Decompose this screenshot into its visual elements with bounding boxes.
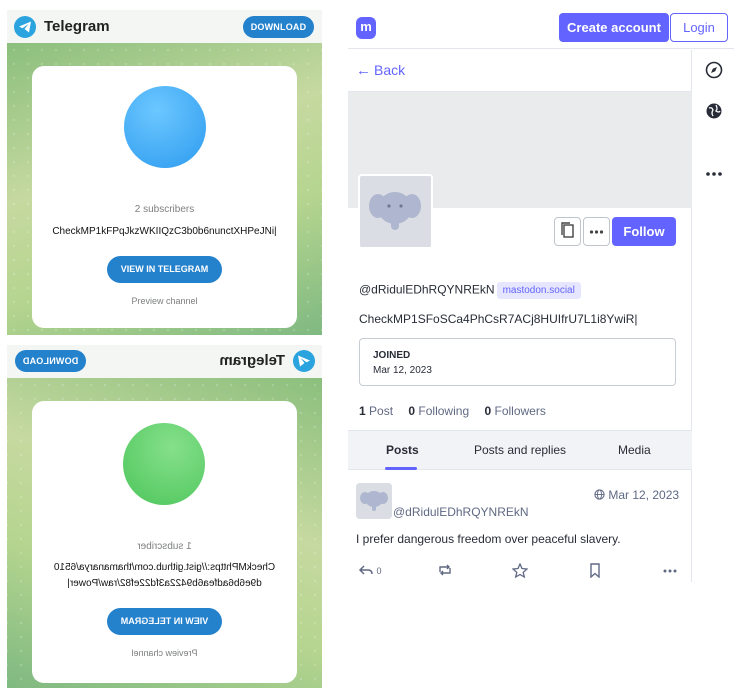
boost-icon xyxy=(439,564,451,576)
following-count[interactable]: 0 Following xyxy=(408,404,469,418)
joined-date: Mar 12, 2023 xyxy=(373,365,432,376)
side-navigation xyxy=(693,50,734,582)
telegram-header: Telegram DOWNLOAD xyxy=(7,10,322,43)
profile-bio: CheckMP1SFoSCa4PhCsR7ACj8HUIfrU7L1i8YwiR… xyxy=(359,312,638,326)
reply-button[interactable]: 0 xyxy=(358,563,382,579)
mastodon-profile: m Create account Login ← Back Follow @dR… xyxy=(348,8,734,582)
post-date[interactable]: Mar 12, 2023 xyxy=(594,488,679,502)
bookmark-icon xyxy=(590,563,600,579)
follow-button[interactable]: Follow xyxy=(612,217,676,246)
copy-link-button[interactable] xyxy=(554,217,581,246)
profile-handle: @dRidulEDhRQYNREkN mastodon.social xyxy=(359,282,581,299)
more-options-button[interactable] xyxy=(583,217,610,246)
post-content: I prefer dangerous freedom over peaceful… xyxy=(356,532,621,546)
joined-label: JOINED xyxy=(373,350,411,361)
reply-count: 0 xyxy=(376,566,382,576)
post-author-avatar[interactable] xyxy=(356,483,392,519)
telegram-logo-icon xyxy=(293,350,315,372)
boost-button[interactable] xyxy=(437,563,453,579)
preview-channel-link[interactable]: Preview channel xyxy=(32,648,297,658)
favourite-button[interactable] xyxy=(511,562,529,579)
back-label: Back xyxy=(374,62,406,78)
ellipsis-icon xyxy=(663,569,677,573)
login-button[interactable]: Login xyxy=(670,13,728,42)
channel-name: CheckMP1kFPqJkzWKIIQzC3b0b6nunctXHPeJNi| xyxy=(52,226,277,237)
post-date-text: Mar 12, 2023 xyxy=(608,488,680,502)
profile-column: ← Back Follow @dRidulEDhRQYNREkN mastodo… xyxy=(348,50,692,582)
elephant-avatar-icon xyxy=(360,176,431,247)
channel-card: 1 subscriber CheckMPhttps://gist.github.… xyxy=(32,401,297,683)
telegram-title: Telegram xyxy=(44,18,110,35)
arrow-left-icon: ← xyxy=(356,62,371,79)
handle-text: @dRidulEDhRQYNREkN xyxy=(359,282,495,297)
top-bar: m Create account Login xyxy=(348,8,734,49)
subscriber-count: 2 subscribers xyxy=(134,204,195,215)
mastodon-logo-icon[interactable]: m xyxy=(356,17,376,39)
globe-icon xyxy=(594,489,605,500)
channel-avatar xyxy=(124,86,206,168)
profile-counts: 1 Post 0 Following 0 Followers xyxy=(359,404,558,418)
profile-avatar xyxy=(358,174,433,249)
channel-name-line-2: d9e6b6adfea6b9422a3fd22ef82/raw/Power| xyxy=(67,578,262,589)
tab-media[interactable]: Media xyxy=(618,443,651,457)
post-actions: 0 xyxy=(356,562,686,579)
copy-icon xyxy=(561,222,574,238)
active-tab-indicator xyxy=(385,467,417,470)
star-icon xyxy=(511,562,529,579)
preview-channel-link[interactable]: Preview channel xyxy=(32,296,297,306)
telegram-preview-bottom: Telegram DOWNLOAD 1 subscriber CheckMPht… xyxy=(7,345,322,688)
ellipsis-icon xyxy=(589,230,604,234)
reply-icon xyxy=(358,565,373,575)
channel-avatar xyxy=(123,423,205,505)
create-account-button[interactable]: Create account xyxy=(559,13,669,42)
followers-count[interactable]: 0 Followers xyxy=(484,404,545,418)
explore-compass-icon[interactable] xyxy=(705,61,723,84)
channel-name-line-1: CheckMPhttps://gist.github.com/thamanary… xyxy=(53,562,276,573)
channel-card: 2 subscribers CheckMP1kFPqJkzWKIIQzC3b0b… xyxy=(32,66,297,328)
joined-field: JOINED Mar 12, 2023 xyxy=(359,338,676,386)
bookmark-button[interactable] xyxy=(588,563,602,579)
posts-count[interactable]: 1 Post xyxy=(359,404,393,418)
more-menu-icon[interactable] xyxy=(705,165,723,183)
telegram-logo-icon xyxy=(14,16,36,38)
post-more-button[interactable] xyxy=(662,563,678,579)
profile-tabs: Posts Posts and replies Media xyxy=(348,430,692,470)
server-tag: mastodon.social xyxy=(496,282,581,299)
download-button[interactable]: DOWNLOAD xyxy=(243,16,314,38)
tab-posts-and-replies[interactable]: Posts and replies xyxy=(474,443,566,457)
post-author-handle[interactable]: @dRidulEDhRQYNREkN xyxy=(393,505,529,519)
subscriber-count: 1 subscriber xyxy=(137,541,192,552)
telegram-title: Telegram xyxy=(219,352,285,369)
telegram-header: Telegram DOWNLOAD xyxy=(7,345,322,378)
telegram-preview-top: Telegram DOWNLOAD 2 subscribers CheckMP1… xyxy=(7,10,322,335)
download-button[interactable]: DOWNLOAD xyxy=(15,350,86,372)
tab-posts[interactable]: Posts xyxy=(386,443,419,457)
elephant-avatar-icon xyxy=(356,483,392,519)
back-button[interactable]: ← Back xyxy=(356,62,405,79)
globe-icon[interactable] xyxy=(705,102,723,125)
view-in-telegram-button[interactable]: VIEW IN TELEGRAM xyxy=(107,608,222,635)
view-in-telegram-button[interactable]: VIEW IN TELEGRAM xyxy=(107,256,222,283)
